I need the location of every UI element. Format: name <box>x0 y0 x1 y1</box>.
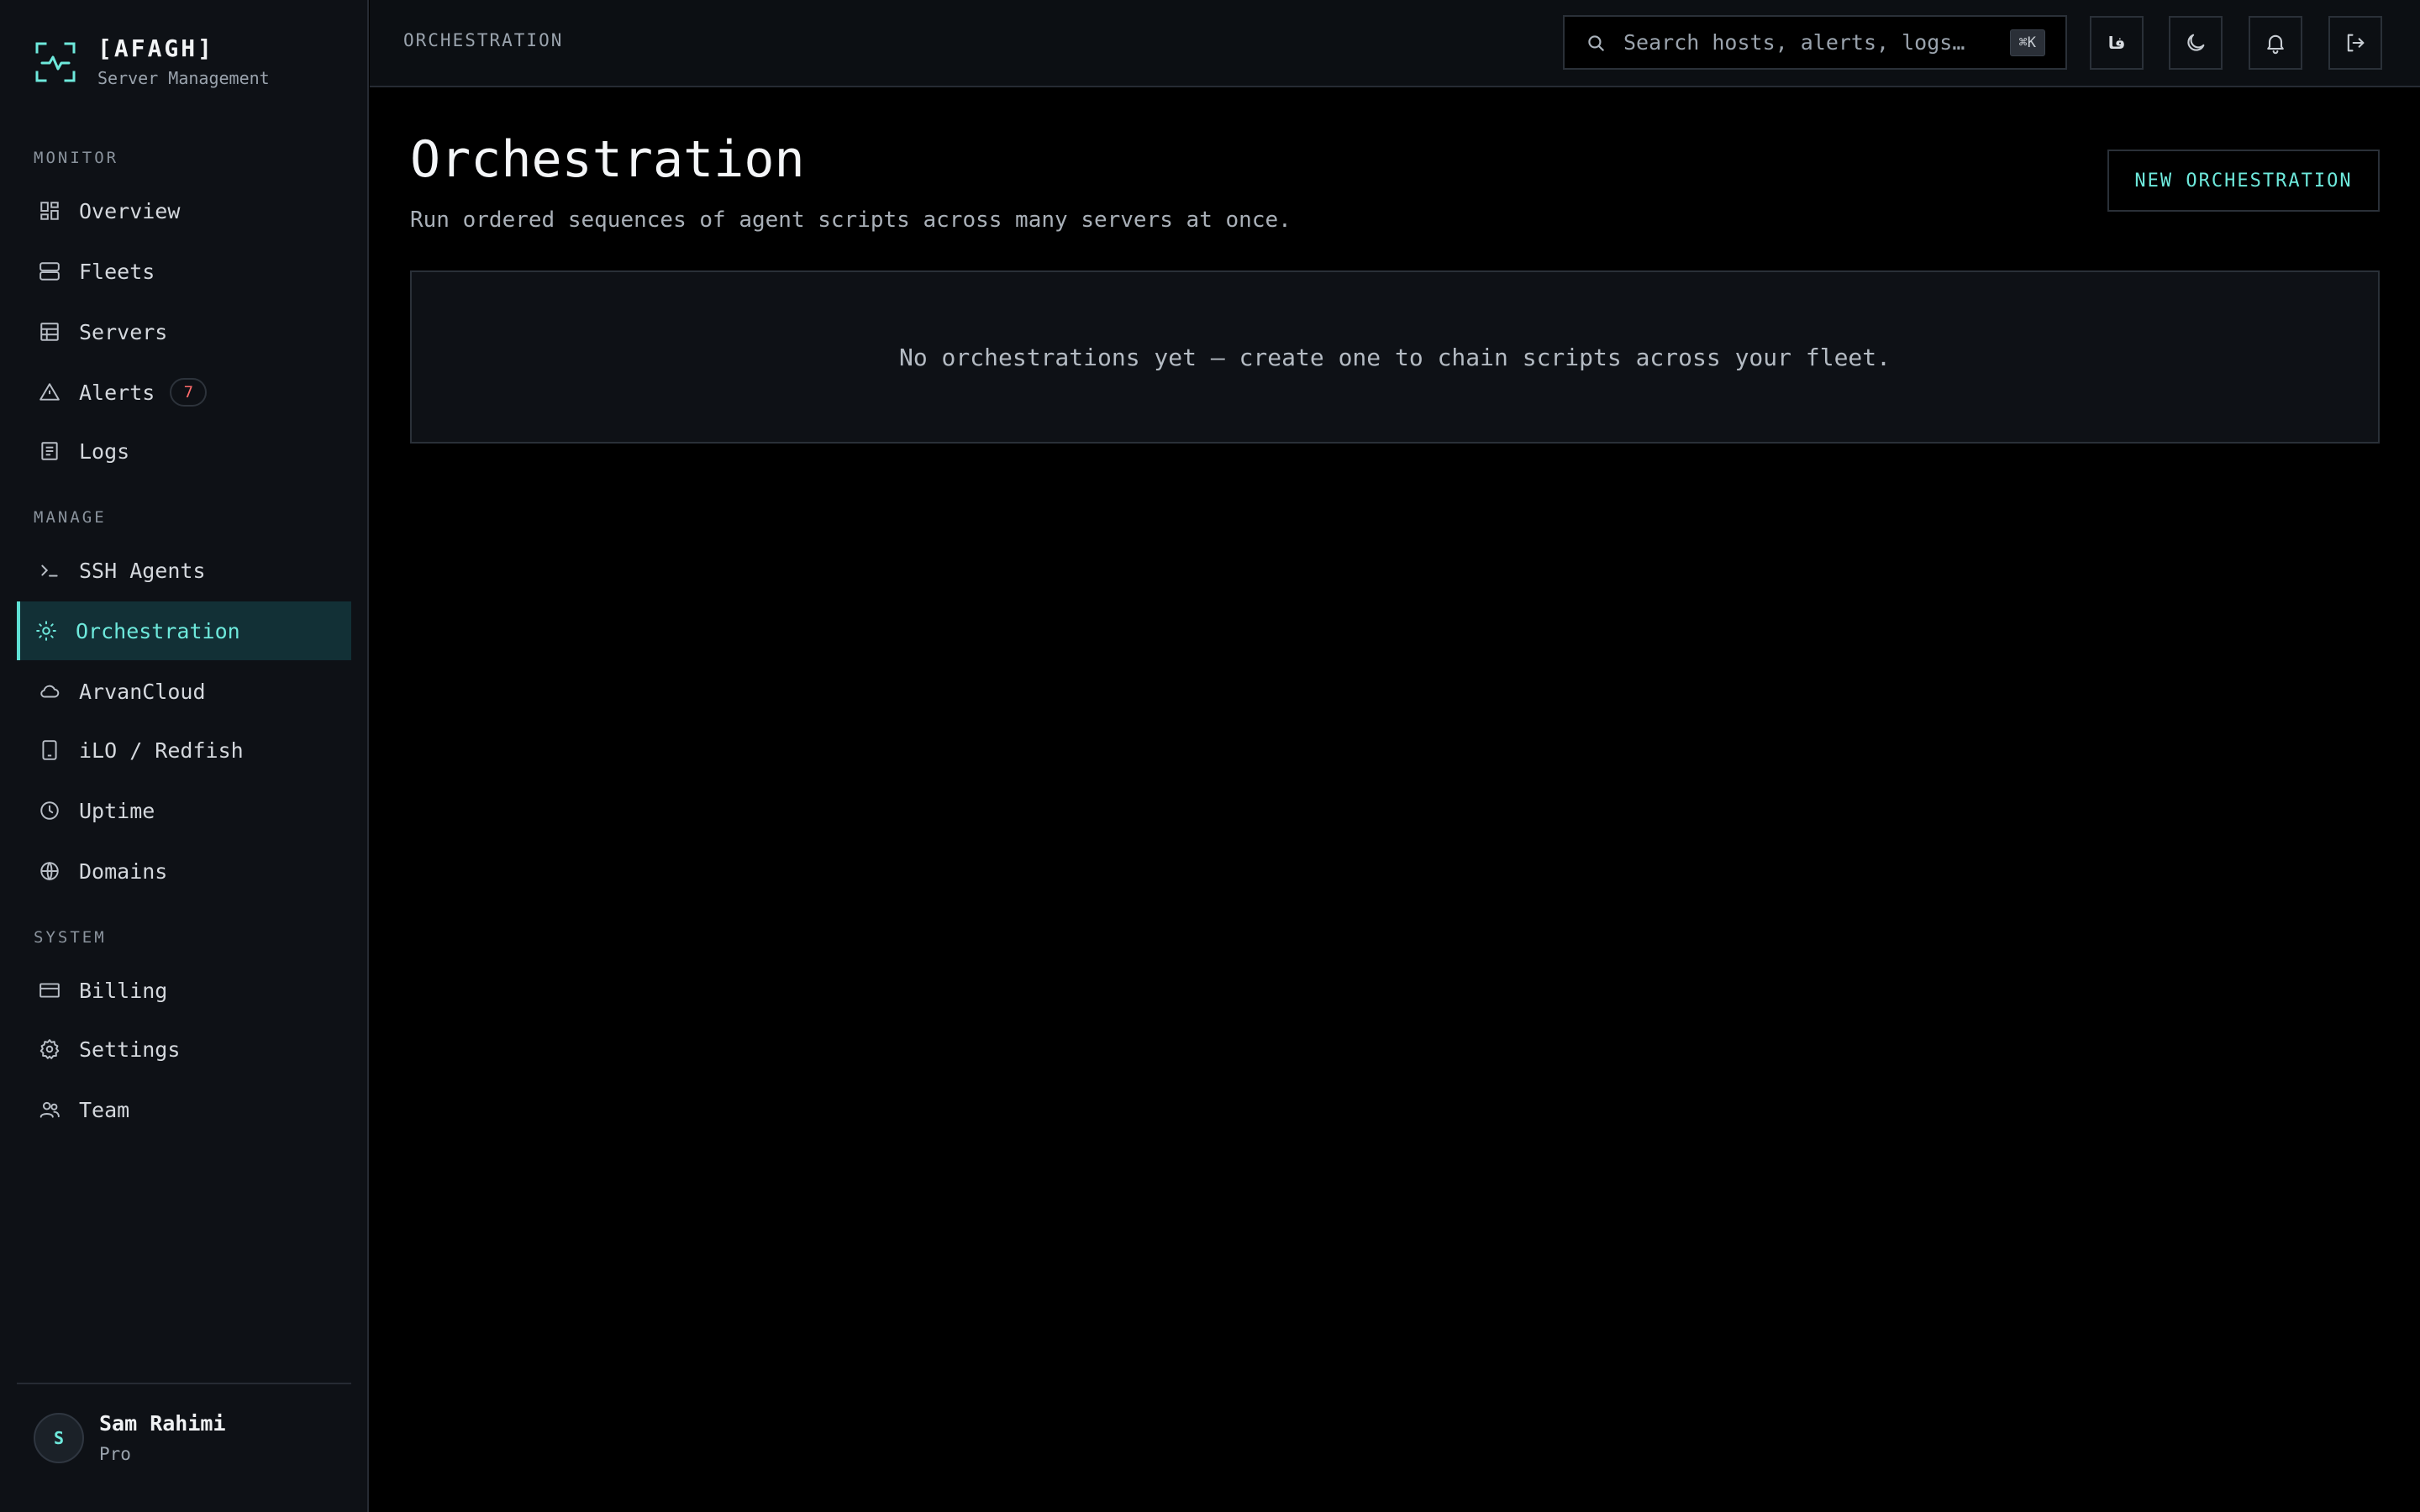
notifications-button[interactable] <box>2249 16 2302 70</box>
brand-title: [AFAGH] <box>97 34 215 62</box>
sidebar-item-settings[interactable]: Settings <box>17 1020 351 1079</box>
sidebar-item-fleets[interactable]: Fleets <box>17 242 351 301</box>
moon-icon <box>2187 34 2205 51</box>
empty-state-panel: No orchestrations yet — create one to ch… <box>410 270 2380 444</box>
sidebar-item-uptime[interactable]: Uptime <box>17 781 351 840</box>
sidebar-item-alerts[interactable]: Alerts 7 <box>17 363 351 422</box>
sidebar-item-label: ArvanCloud <box>79 679 206 704</box>
server-table-icon <box>37 319 62 344</box>
sidebar-divider <box>17 1383 351 1384</box>
nav-section-manage: MANAGE <box>34 508 107 527</box>
clock-icon <box>37 798 62 823</box>
page-subtitle: Run ordered sequences of agent scripts a… <box>410 207 1292 233</box>
sidebar-item-team[interactable]: Team <box>17 1080 351 1139</box>
user-plan: Pro <box>99 1444 131 1464</box>
sidebar-item-label: SSH Agents <box>79 558 206 583</box>
cloud-icon <box>37 679 62 704</box>
sun-cog-icon <box>34 618 59 643</box>
sidebar-item-logs[interactable]: Logs <box>17 422 351 480</box>
sidebar: [AFAGH] Server Management MONITOR Overvi… <box>0 0 369 1512</box>
sidebar-item-label: Fleets <box>79 259 155 284</box>
sidebar-item-label: Settings <box>79 1037 181 1062</box>
sidebar-item-label: Team <box>79 1097 130 1122</box>
log-file-icon <box>37 438 62 464</box>
top-bar: ORCHESTRATION ⌘K فا <box>370 0 2420 87</box>
sidebar-item-label: Logs <box>79 438 130 464</box>
sidebar-item-label: Alerts <box>79 380 155 405</box>
sidebar-item-billing[interactable]: Billing <box>17 961 351 1020</box>
search-input[interactable] <box>1622 29 2000 55</box>
brand-subtitle: Server Management <box>97 68 270 88</box>
sidebar-item-label: Orchestration <box>76 618 240 643</box>
globe-icon <box>37 858 62 884</box>
new-orchestration-button[interactable]: NEW ORCHESTRATION <box>2107 150 2380 212</box>
avatar: S <box>34 1413 84 1463</box>
sidebar-item-label: Uptime <box>79 798 155 823</box>
terminal-prompt-icon <box>37 558 62 583</box>
empty-state-message: No orchestrations yet — create one to ch… <box>898 343 1891 371</box>
sidebar-item-label: iLO / Redfish <box>79 738 244 763</box>
user-name: Sam Rahimi <box>99 1411 226 1436</box>
search-box[interactable]: ⌘K <box>1563 15 2067 70</box>
sidebar-item-domains[interactable]: Domains <box>17 842 351 900</box>
language-toggle-button[interactable]: فا <box>2090 16 2144 70</box>
search-icon <box>1588 34 1604 51</box>
sidebar-item-label: Domains <box>79 858 168 884</box>
dashboard-icon <box>37 198 62 223</box>
alerts-count-badge: 7 <box>170 378 208 407</box>
brand[interactable]: [AFAGH] Server Management <box>34 32 270 99</box>
page-title: Orchestration <box>410 130 805 189</box>
tablet-icon <box>37 738 62 763</box>
nav-section-monitor: MONITOR <box>34 149 119 167</box>
theme-toggle-button[interactable] <box>2169 16 2223 70</box>
user-profile[interactable]: S Sam Rahimi Pro <box>34 1408 226 1468</box>
sidebar-item-servers[interactable]: Servers <box>17 302 351 361</box>
logout-icon <box>2347 34 2365 52</box>
server-stack-icon <box>37 259 62 284</box>
sidebar-item-label: Billing <box>79 978 168 1003</box>
search-shortcut-hint: ⌘K <box>2009 29 2045 56</box>
sidebar-item-label: Overview <box>79 198 181 223</box>
sidebar-item-label: Servers <box>79 319 168 344</box>
users-icon <box>37 1097 62 1122</box>
sidebar-item-orchestration[interactable]: Orchestration <box>17 601 351 660</box>
gear-icon <box>37 1037 62 1062</box>
pulse-frame-logo-icon <box>35 42 76 82</box>
bell-icon <box>2267 34 2284 55</box>
nav-section-system: SYSTEM <box>34 928 107 947</box>
breadcrumb: ORCHESTRATION <box>403 30 564 50</box>
sidebar-item-ssh-agents[interactable]: SSH Agents <box>17 541 351 600</box>
warning-triangle-icon <box>37 380 62 405</box>
credit-card-icon <box>37 978 62 1003</box>
sidebar-item-ilo-redfish[interactable]: iLO / Redfish <box>17 721 351 780</box>
sidebar-item-arvancloud[interactable]: ArvanCloud <box>17 662 351 721</box>
logout-button[interactable] <box>2328 16 2382 70</box>
sidebar-item-overview[interactable]: Overview <box>17 181 351 240</box>
